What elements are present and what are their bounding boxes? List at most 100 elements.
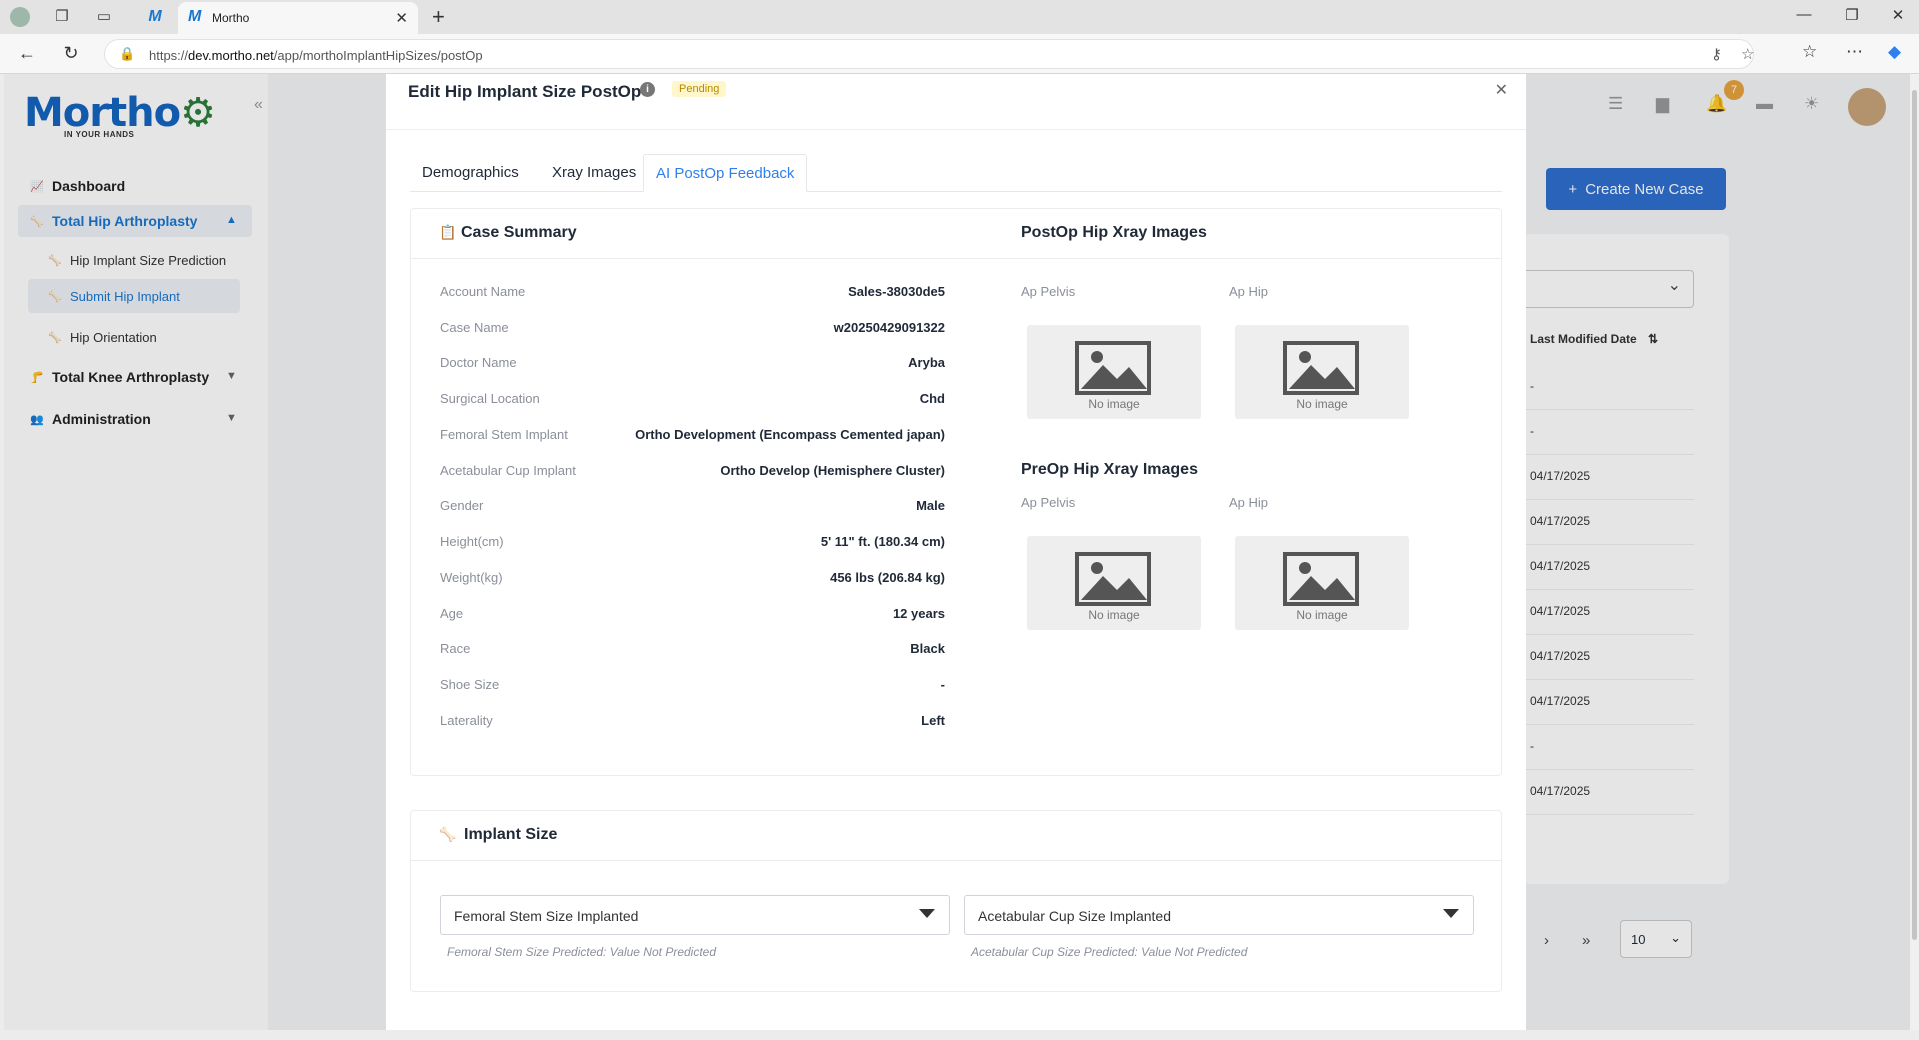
no-image-caption: No image bbox=[1296, 397, 1348, 411]
summary-row-doctor-name: Doctor Name Aryba bbox=[440, 355, 945, 375]
browser-tab-title: Mortho bbox=[212, 11, 250, 25]
acetabular-cup-size-placeholder: Acetabular Cup Size Implanted bbox=[978, 908, 1171, 924]
favorites-icon[interactable]: ☆ bbox=[1802, 42, 1817, 62]
image-placeholder-icon bbox=[1075, 552, 1151, 606]
lock-icon: 🔒 bbox=[119, 46, 136, 61]
scrollbar-thumb[interactable] bbox=[1912, 90, 1917, 940]
tab-demographics[interactable]: Demographics bbox=[410, 154, 531, 192]
modal-tabs: Demographics Xray Images AI PostOp Feedb… bbox=[410, 154, 1502, 192]
hip-icon: 🦴 bbox=[439, 826, 457, 842]
preop-ap-hip-image[interactable]: No image bbox=[1235, 536, 1409, 630]
favorite-star-icon[interactable]: ☆ bbox=[1741, 45, 1754, 63]
summary-row-account-name: Account Name Sales-38030de5 bbox=[440, 284, 945, 304]
image-placeholder-icon bbox=[1283, 341, 1359, 395]
refresh-icon[interactable]: ↻ bbox=[60, 43, 82, 64]
browser-tab-active[interactable]: M Mortho ✕ bbox=[178, 2, 418, 34]
summary-row-weight: Weight(kg) 456 lbs (206.84 kg) bbox=[440, 570, 945, 590]
implant-size-title: Implant Size bbox=[464, 826, 558, 843]
summary-row-race: Race Black bbox=[440, 641, 945, 661]
summary-row-laterality: Laterality Left bbox=[440, 713, 945, 733]
minimize-icon[interactable]: — bbox=[1794, 6, 1814, 23]
browser-tab-strip: ❐ ▭ M M Mortho ✕ + — ❐ ✕ bbox=[0, 0, 1919, 34]
edit-hip-implant-modal: Edit Hip Implant Size PostOp i Pending ✕… bbox=[386, 74, 1526, 1030]
preop-ap-pelvis-label: Ap Pelvis bbox=[1021, 495, 1076, 510]
more-icon[interactable]: ⋯ bbox=[1846, 42, 1863, 62]
case-summary-card-header: 📋 Case Summary PostOp Hip Xray Images bbox=[411, 209, 1501, 259]
restore-icon[interactable]: ❐ bbox=[1842, 6, 1862, 24]
close-window-icon[interactable]: ✕ bbox=[1888, 6, 1908, 24]
postop-ap-hip-label: Ap Hip bbox=[1229, 284, 1269, 299]
summary-row-age: Age 12 years bbox=[440, 606, 945, 626]
summary-row-femoral-stem: Femoral Stem Implant Ortho Development (E… bbox=[440, 427, 945, 447]
collections-icon[interactable]: ❐ bbox=[52, 7, 72, 27]
modal-header: Edit Hip Implant Size PostOp i Pending ✕ bbox=[386, 74, 1526, 130]
url-text: https://dev.mortho.net/app/morthoImplant… bbox=[149, 48, 483, 63]
summary-row-acetabular-cup: Acetabular Cup Implant Ortho Develop (Hem… bbox=[440, 463, 945, 483]
preop-ap-pelvis-image[interactable]: No image bbox=[1027, 536, 1201, 630]
dropdown-arrow-icon bbox=[919, 909, 935, 918]
summary-value: Aryba bbox=[908, 355, 945, 370]
femoral-stem-size-placeholder: Femoral Stem Size Implanted bbox=[454, 908, 639, 924]
postop-ap-pelvis-image[interactable]: No image bbox=[1027, 325, 1201, 419]
image-placeholder-icon bbox=[1075, 341, 1151, 395]
copilot-icon[interactable]: ◆ bbox=[1888, 42, 1901, 62]
summary-value: 5' 11" ft. (180.34 cm) bbox=[820, 534, 945, 549]
summary-label: Surgical Location bbox=[440, 391, 540, 406]
document-icon: 📋 bbox=[439, 224, 457, 240]
summary-row-gender: Gender Male bbox=[440, 498, 945, 518]
no-image-caption: No image bbox=[1296, 608, 1348, 622]
summary-value: w20250429091322 bbox=[833, 320, 945, 335]
summary-value: Left bbox=[921, 713, 945, 728]
back-icon[interactable]: ← bbox=[16, 43, 38, 64]
close-icon[interactable]: ✕ bbox=[1495, 80, 1508, 100]
summary-value: Ortho Development (Encompass Cemented ja… bbox=[635, 427, 945, 442]
browser-toolbar: ← ↻ 🔒 https://dev.mortho.net/app/morthoI… bbox=[0, 34, 1919, 74]
key-icon[interactable]: ⚷ bbox=[1711, 45, 1722, 63]
browser-tab-inactive[interactable]: M bbox=[140, 8, 170, 28]
summary-label: Weight(kg) bbox=[440, 570, 503, 585]
tab-xray-images[interactable]: Xray Images bbox=[540, 154, 648, 192]
no-image-caption: No image bbox=[1088, 397, 1140, 411]
new-tab-icon[interactable]: + bbox=[432, 4, 445, 30]
summary-value: 456 lbs (206.84 kg) bbox=[830, 570, 945, 585]
summary-label: Doctor Name bbox=[440, 355, 517, 370]
profile-icon[interactable] bbox=[10, 7, 30, 27]
summary-value: - bbox=[940, 677, 945, 692]
tab-ai-postop-feedback[interactable]: AI PostOp Feedback bbox=[643, 154, 808, 192]
femoral-stem-size-select[interactable]: Femoral Stem Size Implanted bbox=[440, 895, 950, 935]
summary-label: Gender bbox=[440, 498, 484, 513]
acetabular-cup-size-select[interactable]: Acetabular Cup Size Implanted bbox=[964, 895, 1474, 935]
summary-row-surgical-location: Surgical Location Chd bbox=[440, 391, 945, 411]
no-image-caption: No image bbox=[1088, 608, 1140, 622]
status-badge: Pending bbox=[672, 81, 727, 97]
address-bar[interactable]: 🔒 https://dev.mortho.net/app/morthoImpla… bbox=[104, 39, 1754, 69]
summary-label: Account Name bbox=[440, 284, 526, 299]
summary-value: Ortho Develop (Hemisphere Cluster) bbox=[720, 463, 945, 478]
preop-ap-hip-label: Ap Hip bbox=[1229, 495, 1269, 510]
summary-label: Height(cm) bbox=[440, 534, 504, 549]
summary-row-case-name: Case Name w20250429091322 bbox=[440, 320, 945, 340]
implant-size-card: 🦴 Implant Size Femoral Stem Size Implant… bbox=[410, 810, 1502, 992]
preop-xray-title: PreOp Hip Xray Images bbox=[1021, 461, 1198, 478]
page-scrollbar[interactable] bbox=[1910, 74, 1919, 1030]
tab-actions-icon[interactable]: ▭ bbox=[94, 7, 114, 27]
image-placeholder-icon bbox=[1283, 552, 1359, 606]
summary-label: Femoral Stem Implant bbox=[440, 427, 568, 442]
mortho-favicon-icon: M bbox=[188, 8, 202, 25]
case-summary-title: Case Summary bbox=[461, 224, 577, 241]
summary-label: Race bbox=[440, 641, 471, 656]
summary-value: 12 years bbox=[892, 606, 945, 621]
postop-ap-pelvis-label: Ap Pelvis bbox=[1021, 284, 1076, 299]
summary-value: Male bbox=[916, 498, 945, 513]
close-tab-icon[interactable]: ✕ bbox=[395, 9, 408, 27]
femoral-stem-predicted-hint: Femoral Stem Size Predicted: Value Not P… bbox=[447, 945, 717, 959]
implant-size-card-header: 🦴 Implant Size bbox=[411, 811, 1501, 861]
postop-ap-hip-image[interactable]: No image bbox=[1235, 325, 1409, 419]
info-icon[interactable]: i bbox=[640, 82, 655, 97]
summary-value: Sales-38030de5 bbox=[848, 284, 945, 299]
modal-title: Edit Hip Implant Size PostOp bbox=[408, 82, 642, 101]
summary-label: Shoe Size bbox=[440, 677, 500, 692]
summary-value: Black bbox=[910, 641, 945, 656]
postop-xray-title: PostOp Hip Xray Images bbox=[1021, 224, 1207, 241]
dropdown-arrow-icon bbox=[1443, 909, 1459, 918]
